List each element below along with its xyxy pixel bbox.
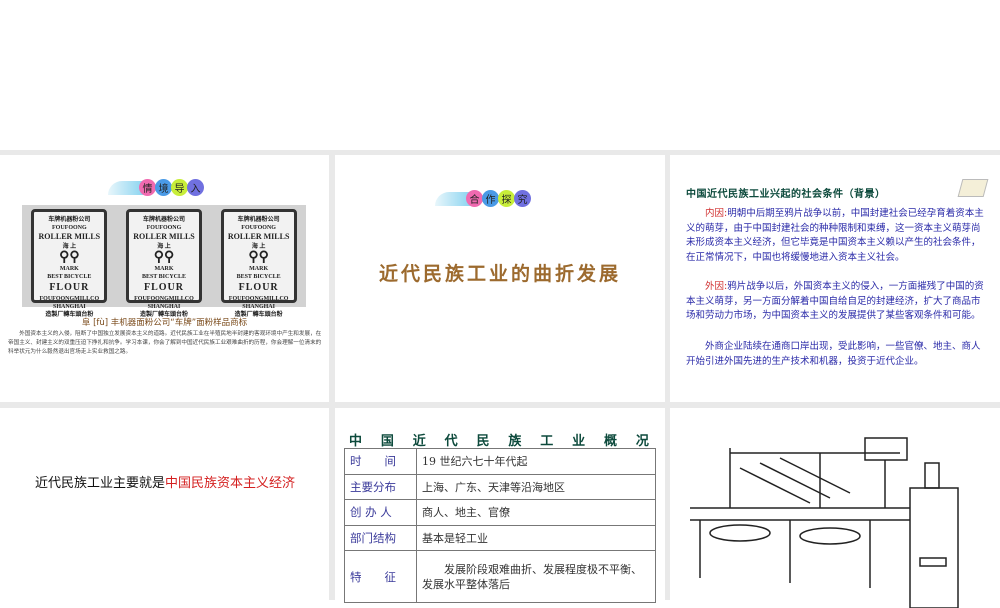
title-char: 工 bbox=[540, 434, 554, 449]
bag-text: ROLLER MILLS bbox=[133, 232, 195, 242]
badge-situation-intro: 情 境 导 入 bbox=[108, 179, 204, 196]
intro-paragraph: 外国资本主义的入侵，阻断了中国独立发展资本主义的道路。近代民族工业在半殖民地半封… bbox=[8, 331, 322, 355]
highlight-text: 中国民族资本主义经济 bbox=[165, 476, 296, 491]
flour-bag: 车牌机器粉公司 FOUFOONG ROLLER MILLS 海 上 ⚲⚲ MARK BEST… bbox=[220, 209, 297, 318]
text: 明朝中后期至鸦片战争以前，中国封建社会已经孕育着资本主义的萌芽，由于中国封建社会… bbox=[686, 208, 984, 263]
title-char: 国 bbox=[380, 434, 394, 449]
paragraph-foreign-enterprises: 外商企业陆续在通商口岸出现，受此影响，一些官僚、地主、商人开始引进外国先进的生产… bbox=[686, 341, 981, 367]
title-char: 中 bbox=[349, 434, 363, 449]
flour-bag: 车牌机器粉公司 FOUFOONG ROLLER MILLS 海 上 ⚲⚲ MARK BEST… bbox=[125, 209, 202, 318]
label-internal: 内因: bbox=[705, 208, 728, 219]
slide-thumbnail-5[interactable]: 中 国 近 代 民 族 工 业 概 况 时 间 19 世纪六七十年代起 主要分布 上海、广东、天津等沿… bbox=[335, 408, 665, 608]
bag-text: FOUFOONG bbox=[241, 225, 276, 232]
bag-text: FOUFOONGMILLCO bbox=[39, 295, 100, 302]
badge-cooperative-inquiry: 合 作 探 究 bbox=[435, 190, 531, 207]
bag-text: BEST BICYCLE bbox=[236, 274, 281, 281]
book-icon bbox=[957, 179, 989, 197]
slide-thumbnail-2[interactable]: 合 作 探 究 近代民族工业的曲折发展 bbox=[335, 155, 665, 402]
badge-char: 合 bbox=[466, 190, 483, 207]
slide-sorter-grid: 情 境 导 入 车牌机器粉公司 FOUFOONG ROLLER MILLS 海 上 ⚲⚲… bbox=[0, 150, 1000, 608]
overview-table: 时 间 19 世纪六七十年代起 主要分布 上海、广东、天津等沿海地区 创 办 人商人… bbox=[344, 448, 656, 603]
title-char: 概 bbox=[604, 434, 618, 449]
paragraph-external-cause: 外因:鸦片战争以后，外国资本主义的侵入，一方面摧残了中国的资本主义萌芽，另一方面… bbox=[686, 280, 984, 324]
slide-title: 近代民族工业的曲折发展 bbox=[378, 263, 621, 285]
table-row: 创 办 人商人、地主、官僚 bbox=[344, 499, 656, 526]
slide-title: 中国近代民族工业概况 bbox=[349, 430, 649, 449]
row-label: 部门结构 bbox=[344, 524, 417, 551]
bag-text: FLOUR bbox=[143, 282, 184, 294]
text: 近代民族工业主要就是 bbox=[34, 476, 165, 491]
paragraph-internal-cause: 内因:明朝中后期至鸦片战争以前，中国封建社会已经孕育着资本主义的萌芽，由于中国封… bbox=[686, 207, 984, 265]
bag-text: FOUFOONG bbox=[51, 225, 87, 232]
slide-thumbnail-4[interactable]: 近代民族工业主要就是中国民族资本主义经济 bbox=[0, 408, 329, 608]
table-row: 主要分布 上海、广东、天津等沿海地区 bbox=[344, 473, 656, 500]
bag-text: BEST BICYCLE bbox=[141, 274, 187, 281]
table-row: 特 征 发展阶段艰难曲折、发展程度极不平衡、发展水平整体落后 bbox=[344, 550, 656, 603]
slide-thumbnail-3[interactable]: 中国近代民族工业兴起的社会条件（背景） 内因:明朝中后期至鸦片战争以前，中国封建… bbox=[670, 155, 1000, 402]
slide-title: 中国近代民族工业兴起的社会条件（背景） bbox=[686, 189, 886, 200]
bag-text: MARK bbox=[59, 266, 79, 273]
row-label: 创 办 人 bbox=[344, 499, 417, 526]
table-row: 时 间 19 世纪六七十年代起 bbox=[344, 448, 656, 475]
bag-text: FOUFOONG bbox=[146, 225, 182, 232]
title-char: 族 bbox=[508, 434, 522, 449]
badge-char: 境 bbox=[155, 179, 172, 196]
bag-text: FLOUR bbox=[49, 282, 90, 294]
bag-text: SHANGHAI bbox=[52, 303, 86, 310]
slide-thumbnail-1[interactable]: 情 境 导 入 车牌机器粉公司 FOUFOONG ROLLER MILLS 海 上 ⚲⚲… bbox=[0, 155, 329, 402]
flour-bag-photo: 车牌机器粉公司 FOUFOONG ROLLER MILLS 海 上 ⚲⚲ MARK BEST… bbox=[22, 205, 306, 318]
row-label: 时 间 bbox=[344, 448, 417, 475]
badge-char: 探 bbox=[498, 190, 515, 207]
bag-text: MARK bbox=[154, 266, 174, 273]
title-char: 近 bbox=[412, 434, 426, 449]
row-value: 上海、广东、天津等沿海地区 bbox=[416, 473, 656, 500]
slide-thumbnail-6[interactable] bbox=[670, 408, 1000, 608]
bag-text: ROLLER MILLS bbox=[227, 232, 290, 242]
blank-area bbox=[0, 0, 1000, 150]
badge-char: 导 bbox=[171, 179, 188, 196]
row-value: 基本是轻工业 bbox=[416, 524, 656, 551]
photo-caption: 阜 [fù] 丰机器面粉公司“车牌”面粉样品商标 bbox=[81, 318, 248, 328]
bag-text: 车牌机器粉公司 bbox=[237, 217, 280, 223]
bag-text: FOUFOONGMILLCO bbox=[134, 295, 194, 302]
slide-text: 近代民族工业主要就是中国民族资本主义经济 bbox=[20, 474, 310, 494]
bag-text: FOUFOONGMILLCO bbox=[228, 295, 289, 302]
badge-char: 究 bbox=[514, 190, 531, 207]
title-char: 业 bbox=[572, 434, 586, 449]
row-value: 商人、地主、官僚 bbox=[416, 499, 656, 526]
bag-text: ROLLER MILLS bbox=[38, 232, 101, 242]
bag-text: SHANGHAI bbox=[147, 303, 181, 310]
bicycle-icon: ⚲⚲ bbox=[153, 250, 175, 266]
bag-text: BEST BICYCLE bbox=[47, 274, 92, 281]
label-external: 外因: bbox=[705, 281, 728, 292]
title-char: 民 bbox=[476, 434, 490, 449]
text: 鸦片战争以后，外国资本主义的侵入，一方面摧残了中国的资本主义萌芽，另一方面分解着… bbox=[686, 281, 984, 321]
bag-text: MARK bbox=[249, 266, 269, 273]
machine-drawing bbox=[690, 437, 959, 608]
table-row: 部门结构 基本是轻工业 bbox=[344, 524, 656, 551]
bag-text: 车牌机器粉公司 bbox=[48, 217, 91, 223]
row-label: 主要分布 bbox=[344, 473, 417, 500]
bag-text: SHANGHAI bbox=[242, 303, 275, 310]
badge-char: 入 bbox=[187, 179, 204, 196]
badge-char: 情 bbox=[139, 179, 156, 196]
bag-text: 车牌机器粉公司 bbox=[142, 217, 185, 223]
title-char: 代 bbox=[444, 434, 458, 449]
row-value: 19 世纪六七十年代起 bbox=[416, 448, 656, 475]
bicycle-icon: ⚲⚲ bbox=[248, 250, 269, 266]
badge-char: 作 bbox=[482, 190, 499, 207]
bicycle-icon: ⚲⚲ bbox=[59, 250, 80, 266]
bag-text: FLOUR bbox=[238, 282, 279, 294]
row-value: 发展阶段艰难曲折、发展程度极不平衡、发展水平整体落后 bbox=[416, 550, 656, 603]
title-char: 况 bbox=[635, 434, 649, 449]
flour-bag: 车牌机器粉公司 FOUFOONG ROLLER MILLS 海 上 ⚲⚲ MARK BEST… bbox=[31, 209, 108, 318]
row-label: 特 征 bbox=[344, 550, 417, 603]
